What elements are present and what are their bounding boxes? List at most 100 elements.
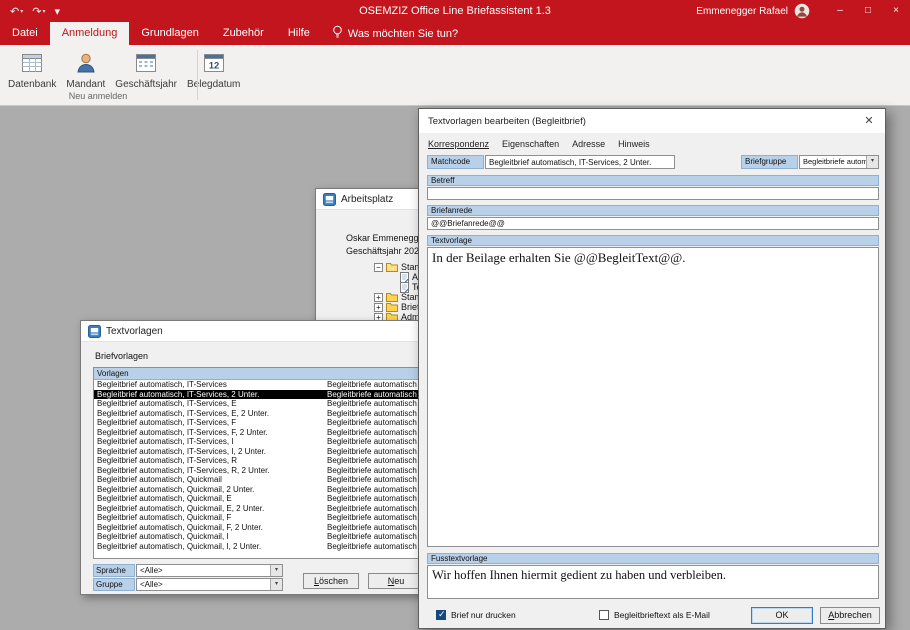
database-icon bbox=[19, 50, 45, 76]
textvorlage-textarea[interactable]: In der Beilage erhalten Sie @@BegleitTex… bbox=[427, 247, 879, 547]
vorlage-name: Begleitbrief automatisch, Quickmail, F bbox=[94, 513, 324, 523]
folder-open-icon bbox=[386, 262, 398, 272]
redo-button[interactable]: ↷▾ bbox=[32, 5, 45, 18]
chevron-down-icon: ▾ bbox=[270, 565, 282, 576]
titlebar-right: Emmenegger Rafael – □ × bbox=[696, 0, 910, 22]
ribbon-tab-strip: DateiAnmeldungGrundlagenZubehörHilfe bbox=[0, 22, 322, 45]
minimize-button[interactable]: – bbox=[826, 0, 854, 22]
ribbon-tab-row: DateiAnmeldungGrundlagenZubehörHilfe Was… bbox=[0, 22, 910, 45]
textvorlagen-title: Textvorlagen bbox=[106, 326, 163, 337]
vorlage-name: Begleitbrief automatisch, Quickmail, E bbox=[94, 494, 324, 504]
dialog-tab-eigenschaften[interactable]: Eigenschaften bbox=[502, 139, 559, 149]
collapse-icon[interactable]: − bbox=[374, 263, 383, 272]
dialog-title: Textvorlagen bearbeiten (Begleitbrief) bbox=[428, 116, 586, 127]
svg-text:12: 12 bbox=[208, 61, 219, 72]
arbeitsplatz-window-icon bbox=[323, 193, 336, 206]
neu-button[interactable]: Neu bbox=[368, 573, 424, 589]
vorlage-name: Begleitbrief automatisch, Quickmail, 2 U… bbox=[94, 485, 324, 495]
calendar-icon bbox=[133, 50, 159, 76]
ribbon-button-label: Geschäftsjahr bbox=[115, 79, 177, 90]
fiscal-year-label: Geschäftsjahr 2023 bbox=[346, 246, 424, 256]
gruppe-dropdown[interactable]: <Alle> ▾ bbox=[136, 578, 283, 591]
vorlage-name: Begleitbrief automatisch, IT-Services, R bbox=[94, 456, 324, 466]
folder-icon bbox=[386, 292, 398, 302]
close-button[interactable]: × bbox=[882, 0, 910, 22]
ribbon-button-label: Datenbank bbox=[8, 79, 56, 90]
vorlage-name: Begleitbrief automatisch, IT-Services, I… bbox=[94, 447, 324, 457]
vorlage-name: Begleitbrief automatisch, IT-Services, E… bbox=[94, 409, 324, 419]
ribbon-tab-anmeldung[interactable]: Anmeldung bbox=[50, 22, 130, 45]
textvorlagen-window-icon bbox=[88, 325, 101, 338]
ok-button[interactable]: OK bbox=[751, 607, 813, 624]
ribbon-button-geschaeftsjahr[interactable]: Geschäftsjahr bbox=[110, 47, 182, 92]
redo-dropdown-icon: ▾ bbox=[42, 9, 45, 15]
briefgruppe-value: Begleitbriefe automatisch bbox=[800, 156, 866, 168]
vorlage-name: Begleitbrief automatisch, Quickmail bbox=[94, 475, 324, 485]
vorlage-name: Begleitbrief automatisch, Quickmail, I, … bbox=[94, 542, 324, 552]
brief-nur-drucken-label: Brief nur drucken bbox=[451, 610, 516, 620]
undo-button[interactable]: ↶▾ bbox=[10, 5, 23, 18]
matchcode-label: Matchcode bbox=[427, 155, 484, 169]
vorlage-name: Begleitbrief automatisch, IT-Services, F bbox=[94, 418, 324, 428]
document-edit-icon bbox=[400, 282, 409, 293]
vorlage-name: Begleitbrief automatisch, Quickmail, F, … bbox=[94, 523, 324, 533]
briefgruppe-label: Briefgruppe bbox=[741, 155, 798, 169]
ribbon-button-datenbank[interactable]: Datenbank bbox=[3, 47, 61, 92]
textvorlage-header: Textvorlage bbox=[427, 235, 879, 246]
user-avatar-icon[interactable] bbox=[794, 3, 810, 19]
sprache-dropdown[interactable]: <Alle> ▾ bbox=[136, 564, 283, 577]
titlebar: OSEMZIZ Office Line Briefassistent 1.3 ↶… bbox=[0, 0, 910, 22]
arbeitsplatz-title: Arbeitsplatz bbox=[341, 194, 393, 205]
brief-nur-drucken-checkbox[interactable] bbox=[436, 610, 446, 620]
tell-me-box[interactable]: Was möchten Sie tun? bbox=[332, 22, 458, 45]
ribbon-tab-datei[interactable]: Datei bbox=[0, 22, 50, 45]
undo-dropdown-icon: ▾ bbox=[20, 9, 23, 15]
abbrechen-button[interactable]: Abbrechen bbox=[820, 607, 880, 624]
dialog-close-icon[interactable]: ✕ bbox=[853, 109, 885, 133]
dialog-tab-korrespondenz[interactable]: Korrespondenz bbox=[428, 139, 489, 149]
betreff-header: Betreff bbox=[427, 175, 879, 186]
vorlage-name: Begleitbrief automatisch, IT-Services, F… bbox=[94, 428, 324, 438]
dialog-titlebar[interactable]: Textvorlagen bearbeiten (Begleitbrief) ✕ bbox=[419, 109, 885, 133]
begleitbrieftext-email-option[interactable]: Begleitbrieftext als E-Mail bbox=[599, 610, 710, 620]
ribbon-tab-hilfe[interactable]: Hilfe bbox=[276, 22, 322, 45]
briefvorlagen-label: Briefvorlagen bbox=[95, 351, 148, 361]
vorlage-name: Begleitbrief automatisch, IT-Services, I bbox=[94, 437, 324, 447]
dialog-tab-adresse[interactable]: Adresse bbox=[572, 139, 605, 149]
briefanrede-header: Briefanrede bbox=[427, 205, 879, 216]
calendar-date-icon: 12 bbox=[201, 50, 227, 76]
briefanrede-input[interactable] bbox=[427, 217, 879, 230]
matchcode-input[interactable] bbox=[485, 155, 675, 169]
sprache-value: <Alle> bbox=[137, 565, 270, 576]
ribbon-button-label: Mandant bbox=[66, 79, 105, 90]
fusstextvorlage-textarea[interactable]: Wir hoffen Ihnen hiermit gedient zu habe… bbox=[427, 565, 879, 599]
loeschen-button[interactable]: Löschen bbox=[303, 573, 359, 589]
quick-access-toolbar: ↶▾ ↷▾ ▾ bbox=[10, 0, 60, 22]
vorlage-name: Begleitbrief automatisch, IT-Services, 2… bbox=[94, 390, 324, 400]
betreff-input[interactable] bbox=[427, 187, 879, 200]
ribbon-button-belegdatum[interactable]: 12Belegdatum bbox=[182, 47, 245, 92]
fusstextvorlage-header: Fusstextvorlage bbox=[427, 553, 879, 564]
expand-icon[interactable]: + bbox=[374, 293, 383, 302]
begleitbrieftext-email-checkbox[interactable] bbox=[599, 610, 609, 620]
ribbon-tab-grundlagen[interactable]: Grundlagen bbox=[129, 22, 211, 45]
ribbon-button-mandant[interactable]: Mandant bbox=[61, 47, 110, 92]
dialog-tab-strip: Korrespondenz Eigenschaften Adresse Hinweis bbox=[428, 139, 650, 149]
ribbon-button-group: Datenbank Mandant Geschäftsjahr 12Belegdatu… bbox=[3, 47, 245, 92]
qat-customize-button[interactable]: ▾ bbox=[54, 5, 60, 18]
ribbon-tab-zubehoer[interactable]: Zubehör bbox=[211, 22, 276, 45]
textvorlagen-bearbeiten-dialog: Textvorlagen bearbeiten (Begleitbrief) ✕… bbox=[418, 108, 886, 629]
dialog-tab-hinweis[interactable]: Hinweis bbox=[618, 139, 650, 149]
expand-icon[interactable]: + bbox=[374, 303, 383, 312]
gruppe-value: <Alle> bbox=[137, 579, 270, 590]
vorlage-name: Begleitbrief automatisch, Quickmail, I bbox=[94, 532, 324, 542]
ribbon-group-separator bbox=[197, 50, 198, 100]
chevron-down-icon: ▾ bbox=[866, 156, 878, 168]
chevron-down-icon: ▾ bbox=[270, 579, 282, 590]
vorlage-name: Begleitbrief automatisch, IT-Services, E bbox=[94, 399, 324, 409]
ribbon-content: Datenbank Mandant Geschäftsjahr 12Belegdatu… bbox=[0, 45, 910, 106]
briefgruppe-dropdown[interactable]: Begleitbriefe automatisch ▾ bbox=[799, 155, 879, 169]
brief-nur-drucken-option[interactable]: Brief nur drucken bbox=[436, 610, 516, 620]
gruppe-label: Gruppe bbox=[93, 578, 135, 591]
maximize-button[interactable]: □ bbox=[854, 0, 882, 22]
